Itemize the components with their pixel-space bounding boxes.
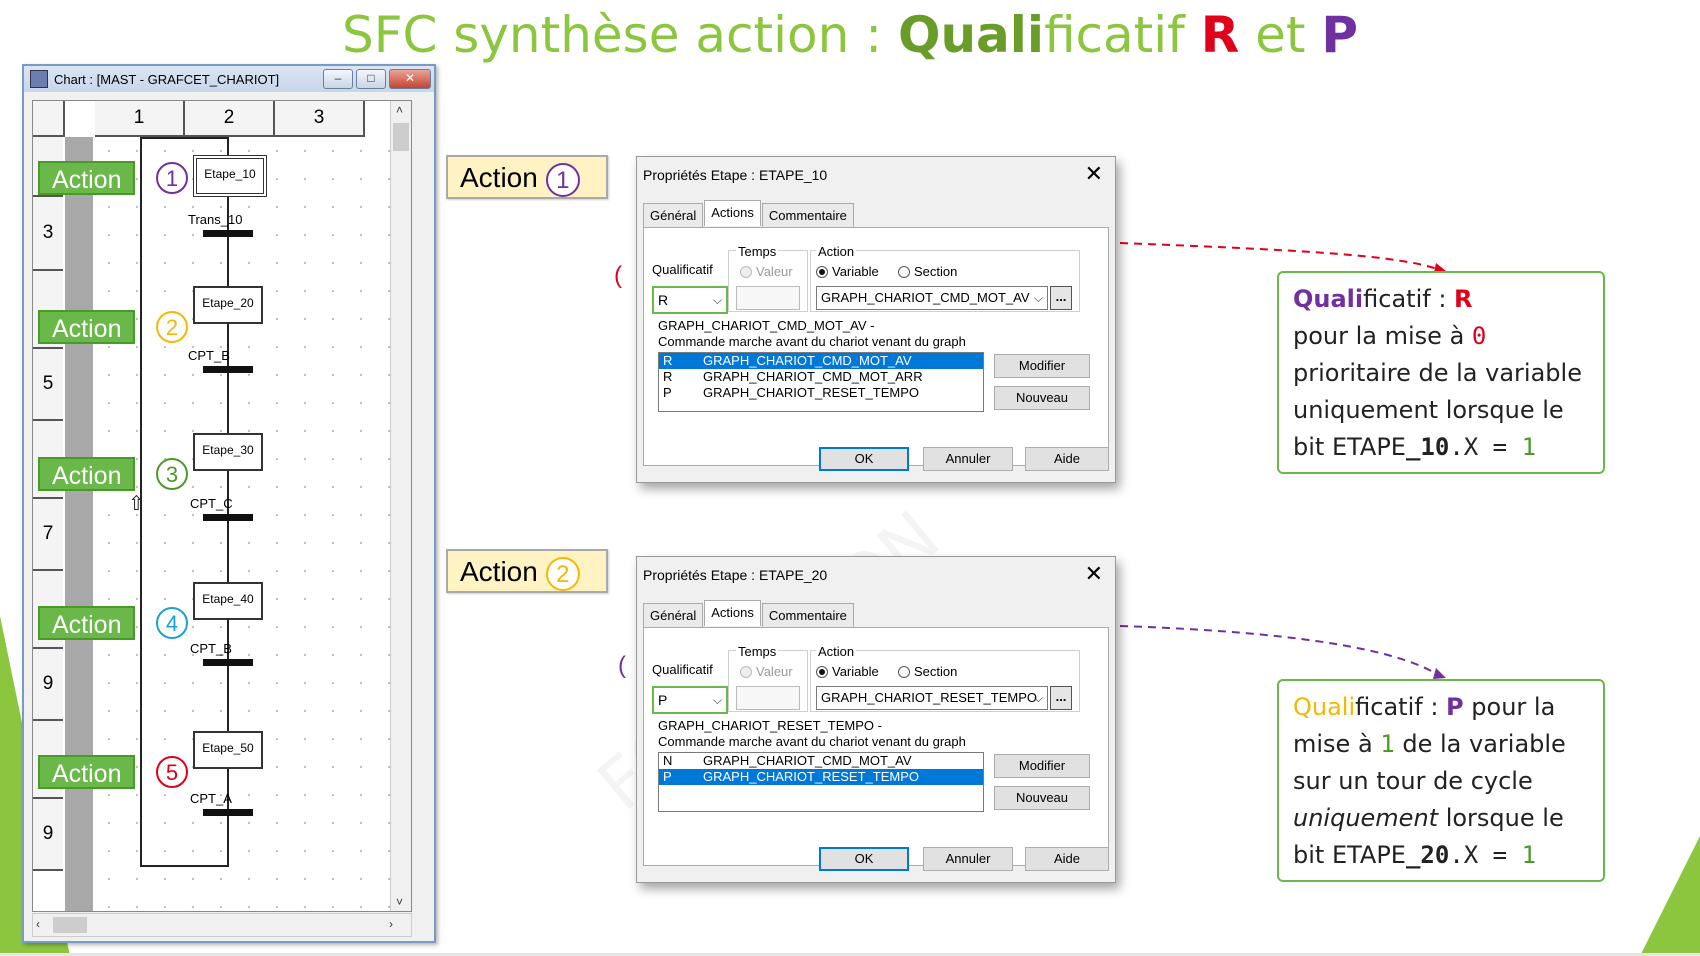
arrowhead-p xyxy=(1433,668,1446,679)
dialog-title: Propriétés Etape : ETAPE_20 xyxy=(643,567,828,583)
list-item[interactable]: P GRAPH_CHARIOT_RESET_TEMPO xyxy=(659,385,983,401)
highlight-mark: ( xyxy=(614,262,622,289)
variable-select[interactable]: GRAPH_CHARIOT_RESET_TEMPO ⌵ xyxy=(816,686,1048,710)
qualificatif-select[interactable]: R ⌵ xyxy=(652,286,728,314)
list-item[interactable]: N GRAPH_CHARIOT_CMD_MOT_AV xyxy=(659,753,983,769)
step-properties-dialog-1: Propriétés Etape : ETAPE_10 ✕ Général Ac… xyxy=(636,156,1116,483)
tab-commentaire[interactable]: Commentaire xyxy=(761,603,854,629)
variable-radio[interactable]: Variable xyxy=(816,264,879,279)
variable-select[interactable]: GRAPH_CHARIOT_CMD_MOT_AV ⌵ xyxy=(816,286,1048,310)
actions-tab-body: Qualificatif R ⌵ Temps Valeur Action Vari… xyxy=(643,227,1109,466)
annuler-button[interactable]: Annuler xyxy=(923,847,1013,871)
chevron-down-icon: ⌵ xyxy=(1033,291,1043,305)
list-item[interactable]: R GRAPH_CHARIOT_CMD_MOT_AV xyxy=(659,353,983,369)
list-item[interactable]: P GRAPH_CHARIOT_RESET_TEMPO xyxy=(659,769,983,785)
step-properties-dialog-2: Propriétés Etape : ETAPE_20 ✕ Général Ac… xyxy=(636,556,1116,883)
dialog-tabs: Général Actions Commentaire xyxy=(643,600,855,629)
callout-qualificatif-p: Qualificatif : P pour la mise à 1 de la … xyxy=(1277,679,1605,882)
tab-general[interactable]: Général xyxy=(643,603,704,629)
qualificatif-select[interactable]: P ⌵ xyxy=(652,686,728,714)
chevron-down-icon: ⌵ xyxy=(1033,691,1043,705)
section-radio[interactable]: Section xyxy=(898,664,957,679)
aide-button[interactable]: Aide xyxy=(1025,447,1109,471)
temps-label: Temps xyxy=(736,644,779,659)
highlight-mark: ( xyxy=(618,652,626,679)
browse-button[interactable]: ... xyxy=(1050,286,1072,310)
section-radio[interactable]: Section xyxy=(898,264,957,279)
actions-tab-body: Qualificatif P ⌵ Temps Valeur Action Vari… xyxy=(643,627,1109,866)
tab-general[interactable]: Général xyxy=(643,203,704,229)
ok-button[interactable]: OK xyxy=(819,847,909,871)
dialog-tabs: Général Actions Commentaire xyxy=(643,200,855,229)
close-icon[interactable]: ✕ xyxy=(1085,561,1103,587)
tab-actions[interactable]: Actions xyxy=(704,600,761,626)
variable-description-2: Commande marche avant du chariot venant … xyxy=(658,334,966,349)
connector-arrow-p xyxy=(1119,625,1441,677)
temps-label: Temps xyxy=(736,244,779,259)
tab-actions[interactable]: Actions xyxy=(704,200,761,226)
nouveau-button[interactable]: Nouveau xyxy=(994,786,1090,810)
aide-button[interactable]: Aide xyxy=(1025,847,1109,871)
valeur-input[interactable] xyxy=(736,686,800,710)
qualificatif-label: Qualificatif xyxy=(652,262,713,277)
dialog-title: Propriétés Etape : ETAPE_10 xyxy=(643,167,828,183)
connector-arrow-r xyxy=(1119,242,1441,271)
actions-list[interactable]: R GRAPH_CHARIOT_CMD_MOT_AV R GRAPH_CHARIOT… xyxy=(658,352,984,412)
valeur-radio[interactable]: Valeur xyxy=(740,664,793,679)
annuler-button[interactable]: Annuler xyxy=(923,447,1013,471)
modifier-button[interactable]: Modifier xyxy=(994,754,1090,778)
ok-button[interactable]: OK xyxy=(819,447,909,471)
modifier-button[interactable]: Modifier xyxy=(994,354,1090,378)
callout-qualificatif-r: Qualificatif : R pour la mise à 0 priori… xyxy=(1277,271,1605,474)
valeur-radio[interactable]: Valeur xyxy=(740,264,793,279)
browse-button[interactable]: ... xyxy=(1050,686,1072,710)
variable-radio[interactable]: Variable xyxy=(816,664,879,679)
variable-description-1: GRAPH_CHARIOT_RESET_TEMPO - xyxy=(658,718,882,733)
qualificatif-label: Qualificatif xyxy=(652,662,713,677)
valeur-input[interactable] xyxy=(736,286,800,310)
close-icon[interactable]: ✕ xyxy=(1085,161,1103,187)
tab-commentaire[interactable]: Commentaire xyxy=(761,203,854,229)
chevron-down-icon: ⌵ xyxy=(712,293,722,307)
action-label: Action xyxy=(816,644,857,659)
nouveau-button[interactable]: Nouveau xyxy=(994,386,1090,410)
list-item[interactable]: R GRAPH_CHARIOT_CMD_MOT_ARR xyxy=(659,369,983,385)
variable-description-1: GRAPH_CHARIOT_CMD_MOT_AV - xyxy=(658,318,875,333)
action-label: Action xyxy=(816,244,857,259)
variable-description-2: Commande marche avant du chariot venant … xyxy=(658,734,966,749)
chevron-down-icon: ⌵ xyxy=(712,693,722,707)
actions-list[interactable]: N GRAPH_CHARIOT_CMD_MOT_AV P GRAPH_CHARIOT… xyxy=(658,752,984,812)
